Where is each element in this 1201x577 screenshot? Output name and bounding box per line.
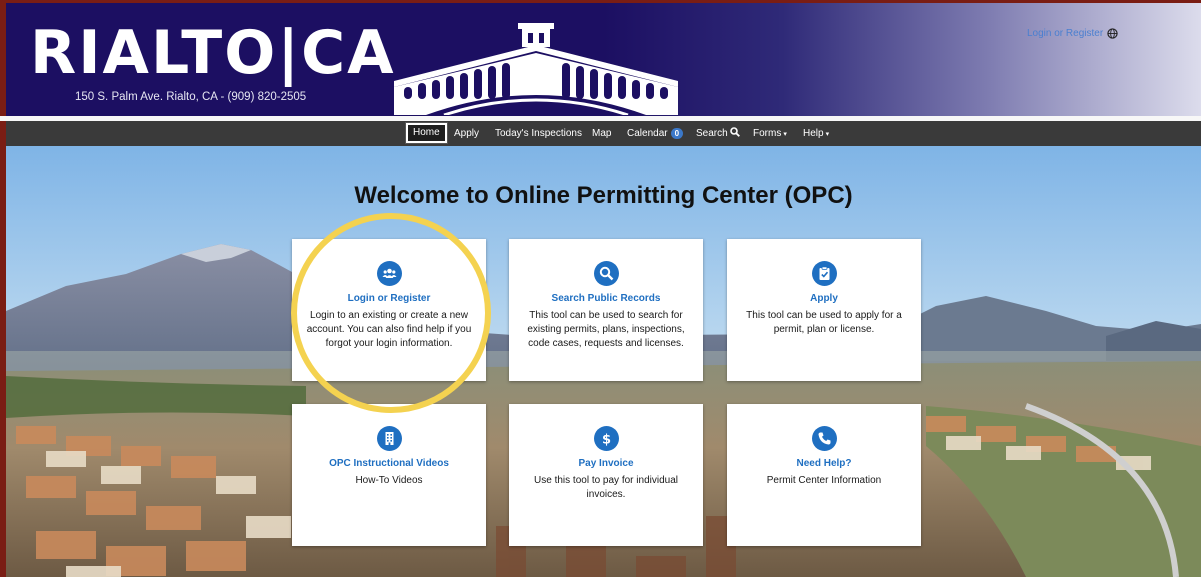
card-pay-invoice[interactable]: $ Pay Invoice Use this tool to pay for i… xyxy=(509,404,703,546)
card-icon-circle xyxy=(812,426,837,451)
site-header: RIALTO|CA 150 S. Palm Ave. Rialto, CA - … xyxy=(6,3,1201,116)
card-apply[interactable]: Apply This tool can be used to apply for… xyxy=(727,239,921,381)
card-icon-circle xyxy=(812,261,837,286)
card-title[interactable]: Login or Register xyxy=(296,293,482,304)
card-title[interactable]: Search Public Records xyxy=(513,293,699,304)
card-title[interactable]: Apply xyxy=(731,293,917,304)
search-icon xyxy=(730,127,741,137)
rialto-bridge-logo xyxy=(394,23,678,115)
header-address: 150 S. Palm Ave. Rialto, CA - (909) 820-… xyxy=(75,91,307,103)
card-icon-circle xyxy=(594,261,619,286)
card-description: How-To Videos xyxy=(355,475,423,486)
dollar-icon: $ xyxy=(602,433,611,447)
site-logo[interactable]: RIALTO|CA xyxy=(30,23,396,83)
header-login-link[interactable]: Login or Register xyxy=(1027,28,1103,39)
card-description: Login to an existing or create a new acc… xyxy=(306,310,472,349)
users-icon xyxy=(382,268,397,278)
card-description: This tool can be used to search for exis… xyxy=(527,310,685,349)
card-description: Use this tool to pay for individual invo… xyxy=(534,475,678,500)
card-title[interactable]: Pay Invoice xyxy=(513,458,699,469)
nav-search-label: Search xyxy=(696,128,728,139)
search-icon xyxy=(599,266,614,281)
nav-map[interactable]: Map xyxy=(592,124,611,143)
nav-help-label: Help xyxy=(803,128,824,139)
card-icon-circle xyxy=(377,426,402,451)
chevron-down-icon: ▾ xyxy=(783,131,787,138)
nav-forms-label: Forms xyxy=(753,128,782,139)
chevron-down-icon: ▾ xyxy=(825,131,830,138)
main-nav: Home Apply Today's Inspections Map Calen… xyxy=(6,121,1201,146)
card-opc-instructional-videos[interactable]: OPC Instructional Videos How-To Videos xyxy=(292,404,486,546)
nav-home[interactable]: Home xyxy=(405,122,448,144)
calendar-count-badge: 0 xyxy=(670,127,684,139)
card-description: Permit Center Information xyxy=(766,475,882,486)
nav-calendar[interactable]: Calendar 0 xyxy=(627,124,684,143)
nav-calendar-label: Calendar xyxy=(627,128,668,139)
card-description: This tool can be used to apply for a per… xyxy=(746,310,902,335)
card-login-register[interactable]: Login or Register Login to an existing o… xyxy=(292,239,486,381)
nav-todays-inspections[interactable]: Today's Inspections xyxy=(495,124,582,143)
page-title: Welcome to Online Permitting Center (OPC… xyxy=(354,182,853,209)
nav-forms[interactable]: Forms ▾ xyxy=(753,124,787,143)
card-title[interactable]: Need Help? xyxy=(731,458,917,469)
card-icon-circle: $ xyxy=(594,426,619,451)
globe-icon[interactable] xyxy=(1107,28,1118,39)
building-icon xyxy=(385,432,394,445)
card-search-public-records[interactable]: Search Public Records This tool can be u… xyxy=(509,239,703,381)
nav-help[interactable]: Help ▾ xyxy=(803,124,829,143)
nav-apply[interactable]: Apply xyxy=(454,124,479,143)
svg-text:$: $ xyxy=(602,433,611,447)
nav-search[interactable]: Search xyxy=(696,124,741,143)
card-icon-circle xyxy=(377,261,402,286)
card-need-help[interactable]: Need Help? Permit Center Information xyxy=(727,404,921,546)
clipboard-icon xyxy=(819,266,830,280)
card-title[interactable]: OPC Instructional Videos xyxy=(296,458,482,469)
phone-icon xyxy=(818,432,831,445)
